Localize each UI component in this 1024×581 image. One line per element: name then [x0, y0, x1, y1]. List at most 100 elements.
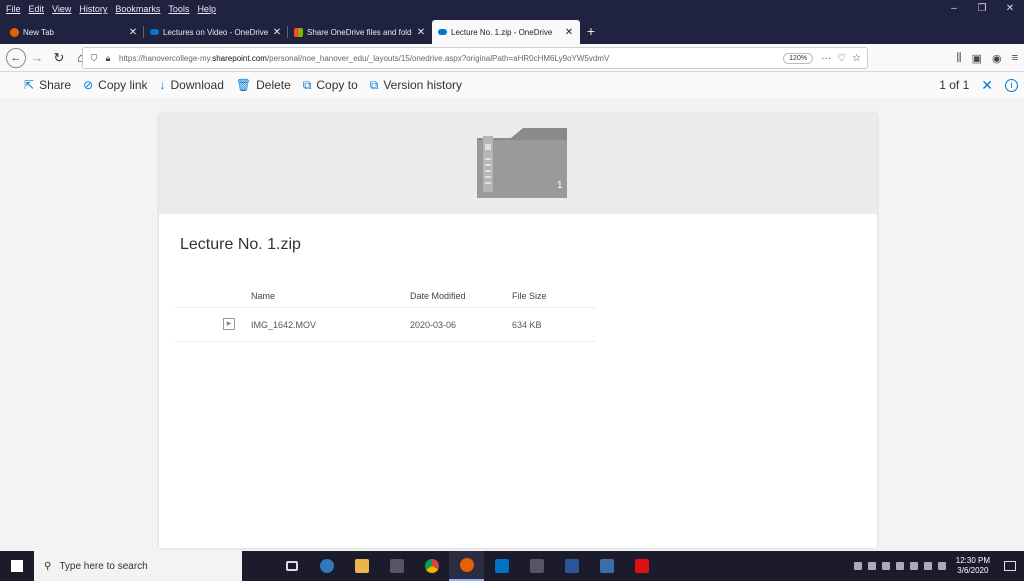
- taskbar-apps: [274, 551, 659, 581]
- tray-mail-icon[interactable]: [853, 562, 862, 570]
- tray-app-icon-2[interactable]: [895, 562, 904, 570]
- tab-lectures-on-video[interactable]: Lectures on Video - OneDrive ✕: [144, 20, 288, 44]
- restore-icon[interactable]: ❐: [968, 0, 996, 18]
- menu-list: File Edit View History Bookmarks Tools H…: [0, 4, 216, 14]
- tab-new-tab[interactable]: New Tab ✕: [4, 20, 144, 44]
- zip-preview-card: 1 Lecture No. 1.zip Name Date Modified F…: [159, 114, 877, 548]
- file-explorer-icon[interactable]: [344, 551, 379, 581]
- delete-button[interactable]: 🗑︎ Delete: [236, 78, 291, 92]
- tab-lecture-zip[interactable]: Lecture No. 1.zip - OneDrive ✕: [432, 20, 580, 44]
- menu-file[interactable]: File: [6, 4, 21, 14]
- column-header-name[interactable]: Name: [251, 291, 275, 301]
- file-size: 634 KB: [512, 320, 542, 330]
- download-button[interactable]: ↓ Download: [160, 78, 224, 92]
- viewer-controls: 1 of 1 ✕ i: [939, 72, 1018, 98]
- clock-date: 3/6/2020: [957, 566, 989, 575]
- tab-title: New Tab: [23, 27, 54, 37]
- download-icon: ↓: [159, 78, 166, 92]
- close-tab-icon[interactable]: ✕: [564, 27, 574, 38]
- back-button[interactable]: ←: [6, 47, 26, 68]
- taskbar-search[interactable]: ⚲ Type here to search: [34, 551, 242, 581]
- volume-icon[interactable]: [937, 562, 946, 570]
- zip-folder-icon: 1: [477, 128, 567, 198]
- clock-time: 12:30 PM: [955, 556, 990, 565]
- firefox-icon: [10, 27, 19, 37]
- column-header-size[interactable]: File Size: [512, 291, 547, 301]
- outlook-icon[interactable]: [484, 551, 519, 581]
- close-window-icon[interactable]: ✕: [996, 0, 1024, 18]
- close-tab-icon[interactable]: ✕: [416, 27, 426, 38]
- notification-icon[interactable]: [1004, 561, 1016, 571]
- reload-button[interactable]: ↻: [48, 47, 70, 69]
- zoom-indicator[interactable]: 120%: [783, 52, 814, 64]
- link-icon: ⊘: [83, 78, 94, 92]
- info-icon[interactable]: i: [1005, 78, 1018, 92]
- column-header-date[interactable]: Date Modified: [410, 291, 466, 301]
- taskbar-clock[interactable]: 12:30 PM 3/6/2020: [956, 556, 990, 576]
- bookmark-star-icon[interactable]: ☆: [852, 53, 861, 64]
- file-title: Lecture No. 1.zip: [180, 236, 301, 253]
- system-tray: 12:30 PM 3/6/2020: [853, 551, 1024, 581]
- shield-icon[interactable]: ⛉: [87, 53, 101, 64]
- pager-text: 1 of 1: [939, 78, 970, 92]
- zip-banner: 1: [159, 114, 877, 214]
- word-icon[interactable]: [554, 551, 589, 581]
- tab-share-onedrive-files[interactable]: Share OneDrive files and folder ✕: [288, 20, 432, 44]
- sidebar-icon[interactable]: ▣: [972, 52, 982, 65]
- tray-display-icon[interactable]: [923, 562, 932, 570]
- start-button[interactable]: [0, 551, 34, 581]
- photos-icon[interactable]: [589, 551, 624, 581]
- minimize-icon[interactable]: –: [940, 0, 968, 18]
- menu-help[interactable]: Help: [197, 4, 216, 14]
- tab-title: Share OneDrive files and folder: [307, 27, 412, 37]
- app-icon[interactable]: [379, 551, 414, 581]
- navigation-toolbar: ← → ↻ ⌂ ⛉ 🔒︎ https://hanovercollege-my.s…: [0, 44, 1024, 72]
- lock-icon[interactable]: 🔒︎: [101, 53, 115, 64]
- firefox-taskbar-icon[interactable]: [449, 551, 484, 581]
- menu-history[interactable]: History: [79, 4, 107, 14]
- onedrive-icon: [150, 29, 159, 35]
- history-icon: ⧉: [369, 77, 379, 92]
- library-icon[interactable]: ⫼: [957, 52, 962, 65]
- video-file-icon: ▶: [223, 318, 235, 330]
- chrome-icon[interactable]: [414, 551, 449, 581]
- file-name[interactable]: IMG_1642.MOV: [251, 320, 316, 330]
- microsoft-icon: [294, 27, 303, 37]
- pocket-icon[interactable]: ♡: [837, 53, 846, 64]
- menu-tools[interactable]: Tools: [168, 4, 189, 14]
- tab-title: Lectures on Video - OneDrive: [163, 27, 268, 37]
- forward-button[interactable]: →: [26, 47, 48, 69]
- edge-icon[interactable]: [309, 551, 344, 581]
- tray-app-icon[interactable]: [867, 562, 876, 570]
- trash-icon: 🗑︎: [235, 78, 252, 92]
- acrobat-icon[interactable]: [624, 551, 659, 581]
- share-button[interactable]: ⇱ Share: [24, 78, 71, 92]
- page-actions-icon[interactable]: ···: [821, 53, 831, 64]
- close-tab-icon[interactable]: ✕: [128, 27, 138, 38]
- window-controls: – ❐ ✕: [940, 0, 1024, 18]
- windows-taskbar: ⚲ Type here to search 12:30 PM 3/6/2020: [0, 551, 1024, 581]
- menu-edit[interactable]: Edit: [29, 4, 45, 14]
- file-row[interactable]: ▶ IMG_1642.MOV 2020-03-06 634 KB: [174, 308, 596, 342]
- tray-network-icon[interactable]: [909, 562, 918, 570]
- app-icon-2[interactable]: [519, 551, 554, 581]
- file-list-header: Name Date Modified File Size: [174, 282, 596, 308]
- close-tab-icon[interactable]: ✕: [272, 27, 282, 38]
- hamburger-menu-icon[interactable]: ≡: [1012, 52, 1018, 64]
- menu-bookmarks[interactable]: Bookmarks: [115, 4, 160, 14]
- account-icon[interactable]: ◉: [992, 52, 1002, 65]
- tab-title: Lecture No. 1.zip - OneDrive: [451, 27, 553, 37]
- copy-link-button[interactable]: ⊘ Copy link: [83, 78, 147, 92]
- tray-onedrive-icon[interactable]: [881, 562, 890, 570]
- command-bar: ⇱ Share ⊘ Copy link ↓ Download 🗑︎ Delete…: [0, 72, 1024, 98]
- address-bar[interactable]: ⛉ 🔒︎ https://hanovercollege-my.sharepoin…: [82, 47, 868, 69]
- windows-logo-icon: [11, 560, 23, 572]
- menu-view[interactable]: View: [52, 4, 71, 14]
- version-history-button[interactable]: ⧉ Version history: [370, 78, 462, 93]
- close-viewer-icon[interactable]: ✕: [981, 77, 993, 94]
- url-text[interactable]: https://hanovercollege-my.sharepoint.com…: [115, 54, 783, 63]
- task-view-icon[interactable]: [274, 551, 309, 581]
- zip-count: 1: [557, 180, 563, 191]
- new-tab-button[interactable]: +: [580, 20, 602, 44]
- copy-to-button[interactable]: ⧉ Copy to: [303, 78, 358, 93]
